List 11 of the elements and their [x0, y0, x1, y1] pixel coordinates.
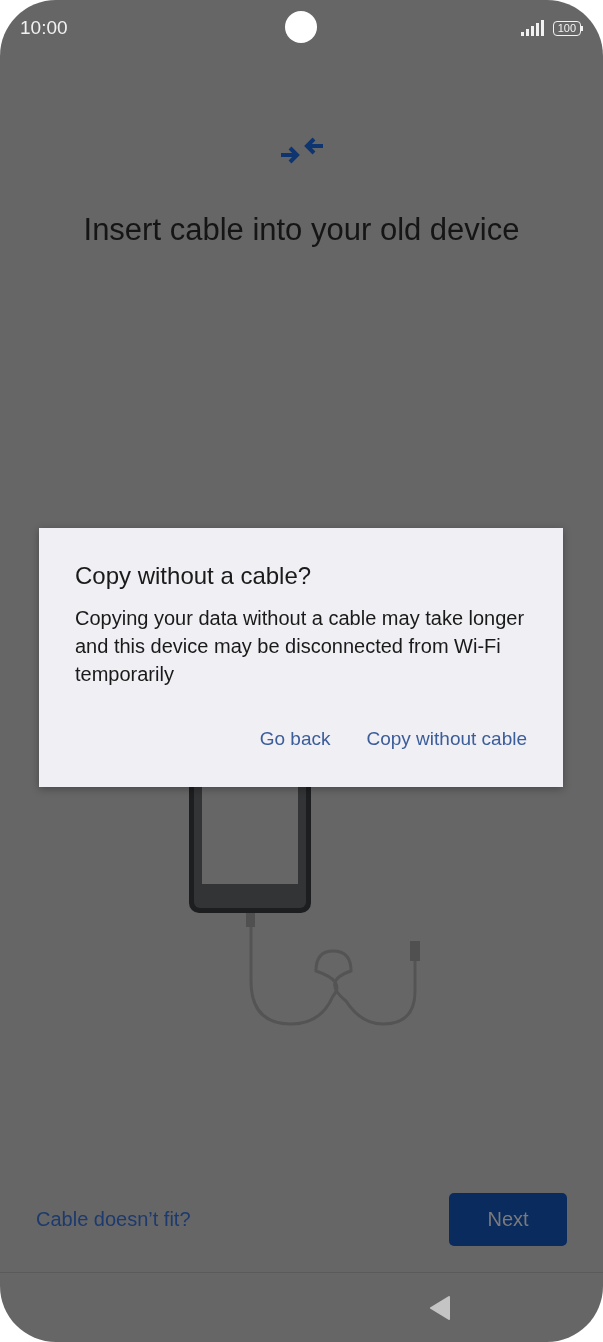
battery-icon: 100 — [552, 20, 583, 36]
dialog-message: Copying your data without a cable may take longer and this device may be disconnected from Wi-Fi temporarily — [75, 606, 526, 687]
dialog-title: Copy without a cable? — [75, 562, 313, 590]
page-title: Insert cable into your old device — [83, 212, 520, 248]
back-icon[interactable] — [429, 1295, 451, 1320]
signal-icon — [520, 20, 547, 36]
dialog-button[interactable]: Go back — [247, 724, 343, 754]
clock-time: 10:00 — [20, 17, 68, 39]
camera-hole — [285, 11, 317, 43]
dialog-button[interactable]: Copy without cable — [354, 724, 539, 754]
transfer-arrows-icon — [280, 136, 323, 166]
